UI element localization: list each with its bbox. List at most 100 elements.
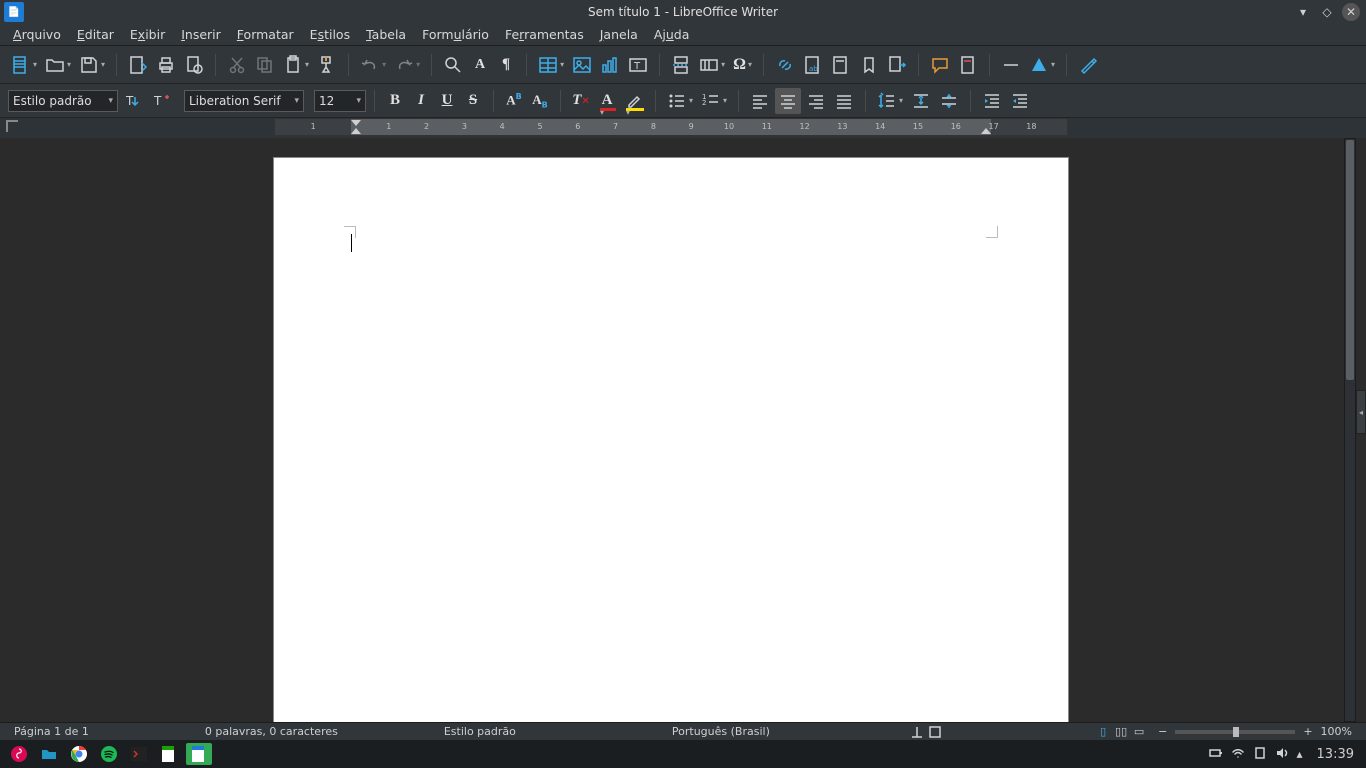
line-spacing-button[interactable]	[874, 88, 906, 114]
taskbar-writer-active[interactable]	[186, 743, 212, 765]
insert-chart-button[interactable]	[597, 52, 623, 78]
tray-clock[interactable]: 13:39	[1317, 747, 1354, 762]
menu-formatar[interactable]: Formatar	[230, 25, 301, 44]
numbered-list-button[interactable]: 12	[698, 88, 730, 114]
tray-volume-icon[interactable]	[1275, 746, 1289, 763]
status-paragraph-style[interactable]: Estilo padrão	[436, 725, 524, 738]
insert-line-button[interactable]	[998, 52, 1024, 78]
new-document-button[interactable]	[8, 52, 40, 78]
taskbar-app-menu[interactable]	[6, 743, 32, 765]
paragraph-style-combo[interactable]: Estilo padrão▾	[8, 90, 118, 112]
new-style-button[interactable]: T	[148, 88, 174, 114]
insert-comment-button[interactable]	[927, 52, 953, 78]
sidebar-toggle[interactable]: ◂	[1356, 390, 1366, 434]
decrease-indent-button[interactable]	[1007, 88, 1033, 114]
tray-battery-icon[interactable]	[1209, 746, 1223, 763]
insert-footnote-button[interactable]: ab	[800, 52, 826, 78]
taskbar-spotify[interactable]	[96, 743, 122, 765]
update-style-button[interactable]: T	[120, 88, 146, 114]
underline-button[interactable]: U	[435, 88, 459, 114]
right-indent-marker[interactable]	[981, 128, 991, 134]
strikethrough-button[interactable]: S	[461, 88, 485, 114]
clone-formatting-button[interactable]	[314, 52, 340, 78]
tray-expand-icon[interactable]: ▴	[1297, 747, 1303, 761]
bold-button[interactable]: B	[383, 88, 407, 114]
menu-arquivo[interactable]: Arquivo	[6, 25, 68, 44]
print-button[interactable]	[153, 52, 179, 78]
insert-field-button[interactable]	[696, 52, 728, 78]
menu-ferramentas[interactable]: Ferramentas	[498, 25, 591, 44]
document-page[interactable]	[274, 158, 1068, 722]
font-name-combo[interactable]: Liberation Serif▾	[184, 90, 304, 112]
insert-hyperlink-button[interactable]	[772, 52, 798, 78]
first-line-indent-marker[interactable]	[351, 120, 361, 126]
menu-formulário[interactable]: Formulário	[415, 25, 496, 44]
horizontal-ruler[interactable]: 1123456789101112131415161718	[274, 118, 1068, 136]
basic-shapes-button[interactable]	[1026, 52, 1058, 78]
insert-table-button[interactable]	[535, 52, 567, 78]
insert-special-char-button[interactable]: Ω	[730, 52, 755, 78]
font-color-button[interactable]: A	[595, 88, 619, 114]
window-maximize-button[interactable]: ◇	[1318, 3, 1336, 21]
menu-exibir[interactable]: Exibir	[123, 25, 172, 44]
view-single-page-icon[interactable]: ▯	[1096, 725, 1110, 739]
redo-button[interactable]	[391, 52, 423, 78]
cut-button[interactable]	[224, 52, 250, 78]
subscript-button[interactable]: AB	[528, 88, 552, 114]
menu-janela[interactable]: Janela	[593, 25, 645, 44]
window-minimize-button[interactable]: ▾	[1294, 3, 1312, 21]
insert-textbox-button[interactable]: T	[625, 52, 651, 78]
track-changes-button[interactable]	[955, 52, 981, 78]
window-close-button[interactable]: ✕	[1342, 3, 1360, 21]
justify-button[interactable]	[831, 88, 857, 114]
menu-tabela[interactable]: Tabela	[359, 25, 413, 44]
menu-inserir[interactable]: Inserir	[174, 25, 228, 44]
export-pdf-button[interactable]	[125, 52, 151, 78]
menu-estilos[interactable]: Estilos	[303, 25, 357, 44]
save-button[interactable]	[76, 52, 108, 78]
copy-button[interactable]	[252, 52, 278, 78]
status-word-count[interactable]: 0 palavras, 0 caracteres	[197, 725, 346, 738]
superscript-button[interactable]: AB	[502, 88, 526, 114]
bullet-list-button[interactable]	[664, 88, 696, 114]
taskbar-chrome[interactable]	[66, 743, 92, 765]
italic-button[interactable]: I	[409, 88, 433, 114]
align-right-button[interactable]	[803, 88, 829, 114]
insert-endnote-button[interactable]	[828, 52, 854, 78]
spellcheck-button[interactable]: A	[468, 52, 492, 78]
taskbar-calc[interactable]	[156, 743, 182, 765]
zoom-out-button[interactable]: −	[1158, 725, 1167, 738]
view-multi-page-icon[interactable]: ▯▯	[1114, 725, 1128, 739]
increase-spacing-button[interactable]	[908, 88, 934, 114]
zoom-in-button[interactable]: +	[1303, 725, 1312, 738]
vertical-scrollbar[interactable]	[1344, 138, 1356, 722]
undo-button[interactable]	[357, 52, 389, 78]
status-language[interactable]: Português (Brasil)	[664, 725, 778, 738]
highlight-color-button[interactable]	[621, 88, 647, 114]
view-book-icon[interactable]: ▭	[1132, 725, 1146, 739]
menu-editar[interactable]: Editar	[70, 25, 121, 44]
paste-button[interactable]	[280, 52, 312, 78]
taskbar-files[interactable]	[36, 743, 62, 765]
insert-cross-reference-button[interactable]	[884, 52, 910, 78]
font-size-combo[interactable]: 12▾	[314, 90, 366, 112]
clear-formatting-button[interactable]: T✕	[569, 88, 593, 114]
zoom-slider[interactable]	[1175, 730, 1295, 734]
find-replace-button[interactable]	[440, 52, 466, 78]
status-page[interactable]: Página 1 de 1	[6, 725, 97, 738]
taskbar-terminal[interactable]	[126, 743, 152, 765]
document-area[interactable]	[0, 138, 1342, 722]
insert-bookmark-button[interactable]	[856, 52, 882, 78]
selection-mode-icon[interactable]	[928, 725, 942, 739]
insert-page-break-button[interactable]	[668, 52, 694, 78]
tray-clipboard-icon[interactable]	[1253, 746, 1267, 763]
menu-ajuda[interactable]: Ajuda	[647, 25, 697, 44]
align-left-button[interactable]	[747, 88, 773, 114]
print-preview-button[interactable]	[181, 52, 207, 78]
show-draw-functions-button[interactable]	[1075, 52, 1101, 78]
scrollbar-thumb[interactable]	[1346, 140, 1354, 380]
increase-indent-button[interactable]	[979, 88, 1005, 114]
insert-image-button[interactable]	[569, 52, 595, 78]
open-button[interactable]	[42, 52, 74, 78]
align-center-button[interactable]	[775, 88, 801, 114]
